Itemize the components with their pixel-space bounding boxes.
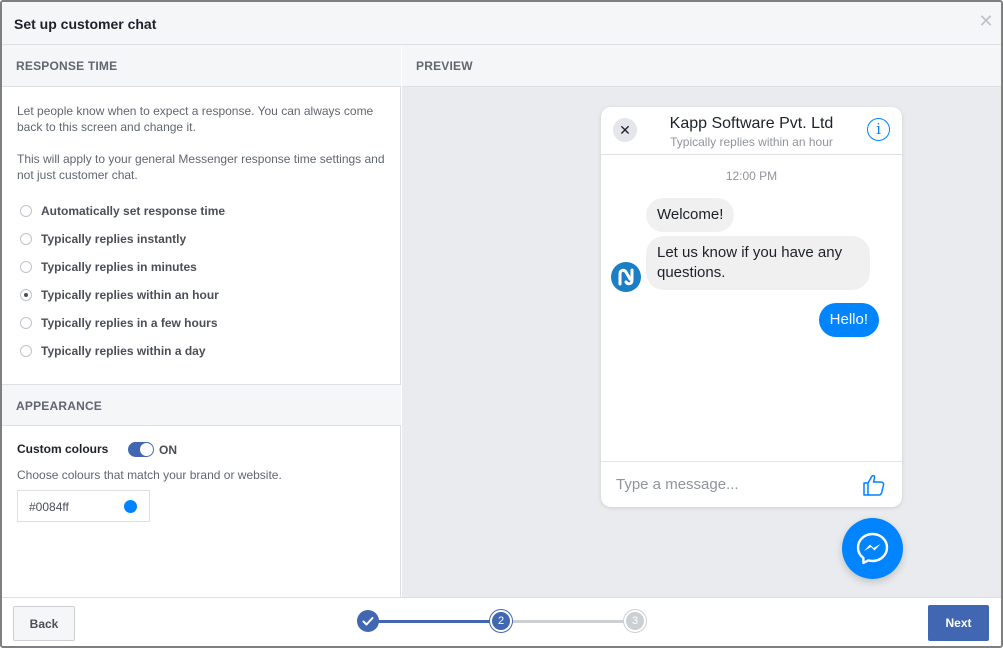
checkmark-icon xyxy=(362,617,374,626)
next-button[interactable]: Next xyxy=(928,605,989,641)
toggle-state-label: ON xyxy=(159,443,177,457)
progress-line-complete xyxy=(378,620,492,623)
page-name: Kapp Software Pvt. Ltd xyxy=(669,115,834,132)
user-message-bubble: Hello! xyxy=(818,303,879,337)
message-input-placeholder[interactable]: Type a message... xyxy=(616,476,739,493)
appearance-hint: Choose colours that match your brand or … xyxy=(17,468,282,482)
radio-label: Automatically set response time xyxy=(41,204,226,218)
page-avatar xyxy=(611,262,641,292)
chat-window: ✕ Kapp Software Pvt. Ltd Typically repli… xyxy=(601,107,902,507)
radio-label: Typically replies within an hour xyxy=(41,288,219,302)
custom-colours-label: Custom colours xyxy=(17,442,109,456)
dialog-title: Set up customer chat xyxy=(14,16,157,32)
step-3-pending: 3 xyxy=(624,610,646,632)
response-time-subtitle: Typically replies within an hour xyxy=(670,135,833,149)
radio-few-hours[interactable]: Typically replies in a few hours xyxy=(20,314,218,332)
colour-swatch[interactable] xyxy=(124,500,137,513)
radio-within-day[interactable]: Typically replies within a day xyxy=(20,342,206,360)
radio-automatic[interactable]: Automatically set response time xyxy=(20,202,225,220)
preview-panel: PREVIEW ✕ Kapp Software Pvt. Ltd Typical… xyxy=(402,45,1001,597)
logo-icon xyxy=(618,268,634,286)
message-bubble: Welcome! xyxy=(646,198,735,232)
preview-header: PREVIEW xyxy=(402,45,1001,87)
custom-colours-toggle[interactable] xyxy=(128,442,154,457)
setup-customer-chat-dialog: Set up customer chat ✕ RESPONSE TIME Let… xyxy=(0,0,1003,648)
preview-heading: PREVIEW xyxy=(416,59,473,73)
radio-button[interactable] xyxy=(20,233,32,245)
radio-button[interactable] xyxy=(20,205,32,217)
appearance-header: APPEARANCE xyxy=(2,384,401,426)
radio-within-hour[interactable]: Typically replies within an hour xyxy=(20,286,219,304)
step-1-complete xyxy=(357,610,379,632)
thumbs-up-icon[interactable] xyxy=(862,473,886,497)
colour-value: #0084ff xyxy=(29,500,69,514)
dialog-header: Set up customer chat ✕ xyxy=(2,2,1001,45)
radio-button[interactable] xyxy=(20,345,32,357)
radio-label: Typically replies instantly xyxy=(41,232,187,246)
radio-label: Typically replies in a few hours xyxy=(41,316,218,330)
appearance-heading: APPEARANCE xyxy=(16,399,103,413)
messenger-launcher-button[interactable] xyxy=(842,518,903,579)
message-timestamp: 12:00 PM xyxy=(725,169,778,183)
settings-panel: RESPONSE TIME Let people know when to ex… xyxy=(2,45,401,597)
message-composer[interactable]: Type a message... xyxy=(601,461,902,507)
radio-label: Typically replies in minutes xyxy=(41,260,197,274)
radio-button[interactable] xyxy=(20,317,32,329)
radio-minutes[interactable]: Typically replies in minutes xyxy=(20,258,197,276)
dialog-footer: Back 2 3 Next xyxy=(2,597,1001,646)
response-time-heading: RESPONSE TIME xyxy=(16,59,118,73)
radio-button[interactable] xyxy=(20,261,32,273)
response-time-header: RESPONSE TIME xyxy=(2,45,401,87)
response-time-description: Let people know when to expect a respons… xyxy=(17,104,374,134)
messenger-icon xyxy=(856,532,889,565)
radio-button-selected[interactable] xyxy=(20,289,32,301)
chat-header: ✕ Kapp Software Pvt. Ltd Typically repli… xyxy=(601,107,902,155)
colour-input[interactable]: #0084ff xyxy=(17,490,150,522)
radio-instantly[interactable]: Typically replies instantly xyxy=(20,230,186,248)
response-time-note: This will apply to your general Messenge… xyxy=(17,152,385,182)
back-button[interactable]: Back xyxy=(13,606,75,641)
progress-line-pending xyxy=(512,620,626,623)
close-icon[interactable]: ✕ xyxy=(977,12,995,30)
radio-label: Typically replies within a day xyxy=(41,344,206,358)
step-2-current: 2 xyxy=(490,610,512,632)
message-bubble: Let us know if you have any questions. xyxy=(646,236,870,290)
info-icon[interactable]: i xyxy=(867,118,890,141)
